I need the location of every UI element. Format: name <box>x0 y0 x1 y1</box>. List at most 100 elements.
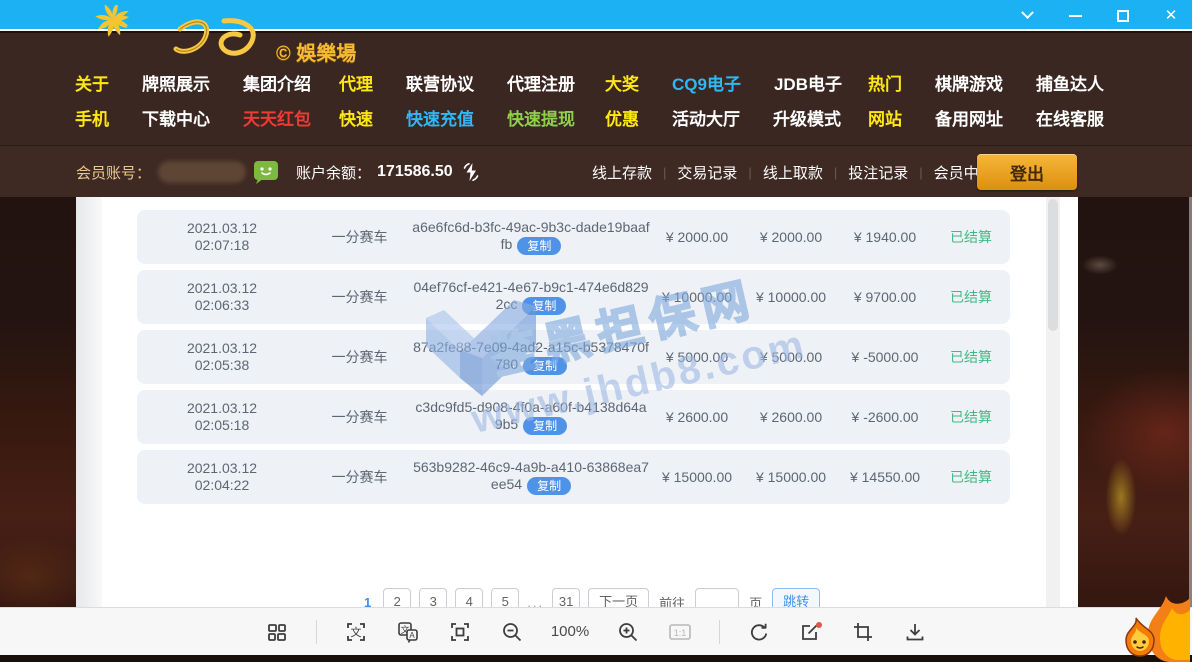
page-jump-input[interactable] <box>695 588 739 607</box>
maximize-button[interactable] <box>1110 3 1136 29</box>
nav-download[interactable]: 下载中心 <box>142 105 210 130</box>
nav-license[interactable]: 牌照展示 <box>142 70 210 95</box>
logo-copyright: © 娛樂場 <box>276 37 356 66</box>
status-badge: 已结算 <box>932 287 1010 307</box>
page-2[interactable]: 2 <box>383 588 411 607</box>
nav-fishing[interactable]: 捕鱼达人 <box>1036 70 1104 95</box>
edit-icon[interactable] <box>798 619 824 645</box>
close-button[interactable]: ✕ <box>1158 3 1184 29</box>
zoom-out-icon[interactable] <box>499 619 525 645</box>
nav-chess-games[interactable]: 棋牌游戏 <box>935 70 1003 95</box>
fit-screen-icon[interactable] <box>447 619 473 645</box>
cell-valid-amount: ¥ 2000.00 <box>744 229 838 245</box>
member-bar: 会员账号： 账户余额：171586.50 线上存款| 交易记录| 线上取款| 投… <box>0 145 1192 197</box>
cell-valid-amount: ¥ 10000.00 <box>744 289 838 305</box>
status-badge: 已结算 <box>932 347 1010 367</box>
cell-order: c3dc9fd5-d908-4f0a-a60f-b4138d64a9b5复制 <box>412 399 650 434</box>
panel-scrollbar[interactable] <box>1046 197 1060 607</box>
next-page-button[interactable]: 下一页 <box>588 588 649 607</box>
page-ellipsis[interactable]: ... <box>527 595 544 608</box>
copy-button[interactable]: 复制 <box>522 297 566 315</box>
translate-icon[interactable]: 文 A <box>395 619 421 645</box>
site-header: © 娛樂場 关于 牌照展示 集团介绍 代理 联营协议 代理注册 大奖 CQ9电子… <box>0 33 1192 145</box>
viewer-toolbar: 文 文 A 100% 1:1 <box>0 607 1192 655</box>
copy-button[interactable]: 复制 <box>517 237 561 255</box>
nav-fast[interactable]: 快速 <box>339 105 373 130</box>
bet-records-table: 2021.03.1202:07:18 一分赛车 a6e6fc6d-b3fc-49… <box>137 210 1010 510</box>
site-logo[interactable]: © 娛樂場 <box>58 31 378 65</box>
page-5[interactable]: 5 <box>491 588 519 607</box>
status-badge: 已结算 <box>932 407 1010 427</box>
nav-online-service[interactable]: 在线客服 <box>1036 105 1104 130</box>
nav-backup-url[interactable]: 备用网址 <box>935 105 1003 130</box>
layout-grid-icon[interactable] <box>264 619 290 645</box>
nav-website[interactable]: 网站 <box>868 105 902 130</box>
cell-game: 一分赛车 <box>307 467 412 487</box>
nav-jackpot[interactable]: 大奖 <box>605 70 639 95</box>
nav-cq9[interactable]: CQ9电子 <box>672 70 741 95</box>
nav-red-packet[interactable]: 天天红包 <box>243 105 311 130</box>
nav-agent[interactable]: 代理 <box>339 70 373 95</box>
nav-hot[interactable]: 热门 <box>868 70 902 95</box>
cell-game: 一分赛车 <box>307 287 412 307</box>
cell-bet-amount: ¥ 2600.00 <box>650 409 744 425</box>
page-4[interactable]: 4 <box>455 588 483 607</box>
cell-time: 2021.03.1202:04:22 <box>137 460 307 494</box>
chevron-down-icon[interactable] <box>1014 3 1040 29</box>
zoom-level-value[interactable]: 100% <box>551 623 589 640</box>
one-to-one-icon[interactable]: 1:1 <box>667 619 693 645</box>
nav-promo[interactable]: 优惠 <box>605 105 639 130</box>
toolbar-divider <box>316 620 317 644</box>
link-online-deposit[interactable]: 线上存款 <box>592 162 652 183</box>
page-3[interactable]: 3 <box>419 588 447 607</box>
panel-scrollbar-thumb[interactable] <box>1048 199 1058 331</box>
panel-left-shade <box>76 197 102 607</box>
copy-button[interactable]: 复制 <box>523 357 567 375</box>
copy-button[interactable]: 复制 <box>527 477 571 495</box>
page-31[interactable]: 31 <box>552 588 580 607</box>
copy-button[interactable]: 复制 <box>523 417 567 435</box>
nav-upgrade-mode[interactable]: 升级模式 <box>773 105 841 130</box>
nav-jdb[interactable]: JDB电子 <box>774 70 842 95</box>
cell-time: 2021.03.1202:05:18 <box>137 400 307 434</box>
crop-icon[interactable] <box>850 619 876 645</box>
cell-valid-amount: ¥ 15000.00 <box>744 469 838 485</box>
nav-mobile[interactable]: 手机 <box>75 105 109 130</box>
cell-order: 563b9282-46c9-4a9b-a410-63868ea7ee54复制 <box>412 459 650 494</box>
page-1-current[interactable]: 1 <box>360 590 375 608</box>
logout-button[interactable]: 登出 <box>977 154 1077 190</box>
cell-time: 2021.03.1202:07:18 <box>137 220 307 254</box>
zoom-in-icon[interactable] <box>615 619 641 645</box>
table-row: 2021.03.1202:05:38 一分赛车 87a2fe88-7e09-4a… <box>137 330 1010 384</box>
nav-row-2: 手机 下载中心 天天红包 快速 快速充值 快速提现 优惠 活动大厅 升级模式 网… <box>0 105 1192 131</box>
table-row: 2021.03.1202:07:18 一分赛车 a6e6fc6d-b3fc-49… <box>137 210 1010 264</box>
nav-fast-deposit[interactable]: 快速充值 <box>406 105 474 130</box>
nav-group-intro[interactable]: 集团介绍 <box>243 70 311 95</box>
link-bet-records[interactable]: 投注记录 <box>848 162 908 183</box>
ocr-text-icon[interactable]: 文 <box>343 619 369 645</box>
link-separator: | <box>834 165 837 180</box>
svg-text:A: A <box>409 631 415 640</box>
minimize-button[interactable] <box>1062 3 1088 29</box>
nav-agent-protocol[interactable]: 联营协议 <box>406 70 474 95</box>
cell-bet-amount: ¥ 5000.00 <box>650 349 744 365</box>
download-icon[interactable] <box>902 619 928 645</box>
refresh-balance-icon[interactable] <box>461 162 481 182</box>
page-unit-label: 页 <box>749 593 762 608</box>
table-row: 2021.03.1202:04:22 一分赛车 563b9282-46c9-4a… <box>137 450 1010 504</box>
nav-fast-withdraw[interactable]: 快速提现 <box>507 105 575 130</box>
link-separator: | <box>748 165 751 180</box>
message-icon[interactable] <box>253 160 279 185</box>
nav-activity-hall[interactable]: 活动大厅 <box>672 105 740 130</box>
rotate-icon[interactable] <box>746 619 772 645</box>
logo-script-icon <box>166 11 271 66</box>
sunburst-logo-icon <box>58 5 168 67</box>
nav-about[interactable]: 关于 <box>75 70 109 95</box>
link-online-withdraw[interactable]: 线上取款 <box>763 162 823 183</box>
cell-order: a6e6fc6d-b3fc-49ac-9b3c-dade19baaffb复制 <box>412 219 650 254</box>
nav-agent-register[interactable]: 代理注册 <box>507 70 575 95</box>
jump-button[interactable]: 跳转 <box>772 588 820 607</box>
cell-time: 2021.03.1202:06:33 <box>137 280 307 314</box>
link-transactions[interactable]: 交易记录 <box>677 162 737 183</box>
status-badge: 已结算 <box>932 467 1010 487</box>
